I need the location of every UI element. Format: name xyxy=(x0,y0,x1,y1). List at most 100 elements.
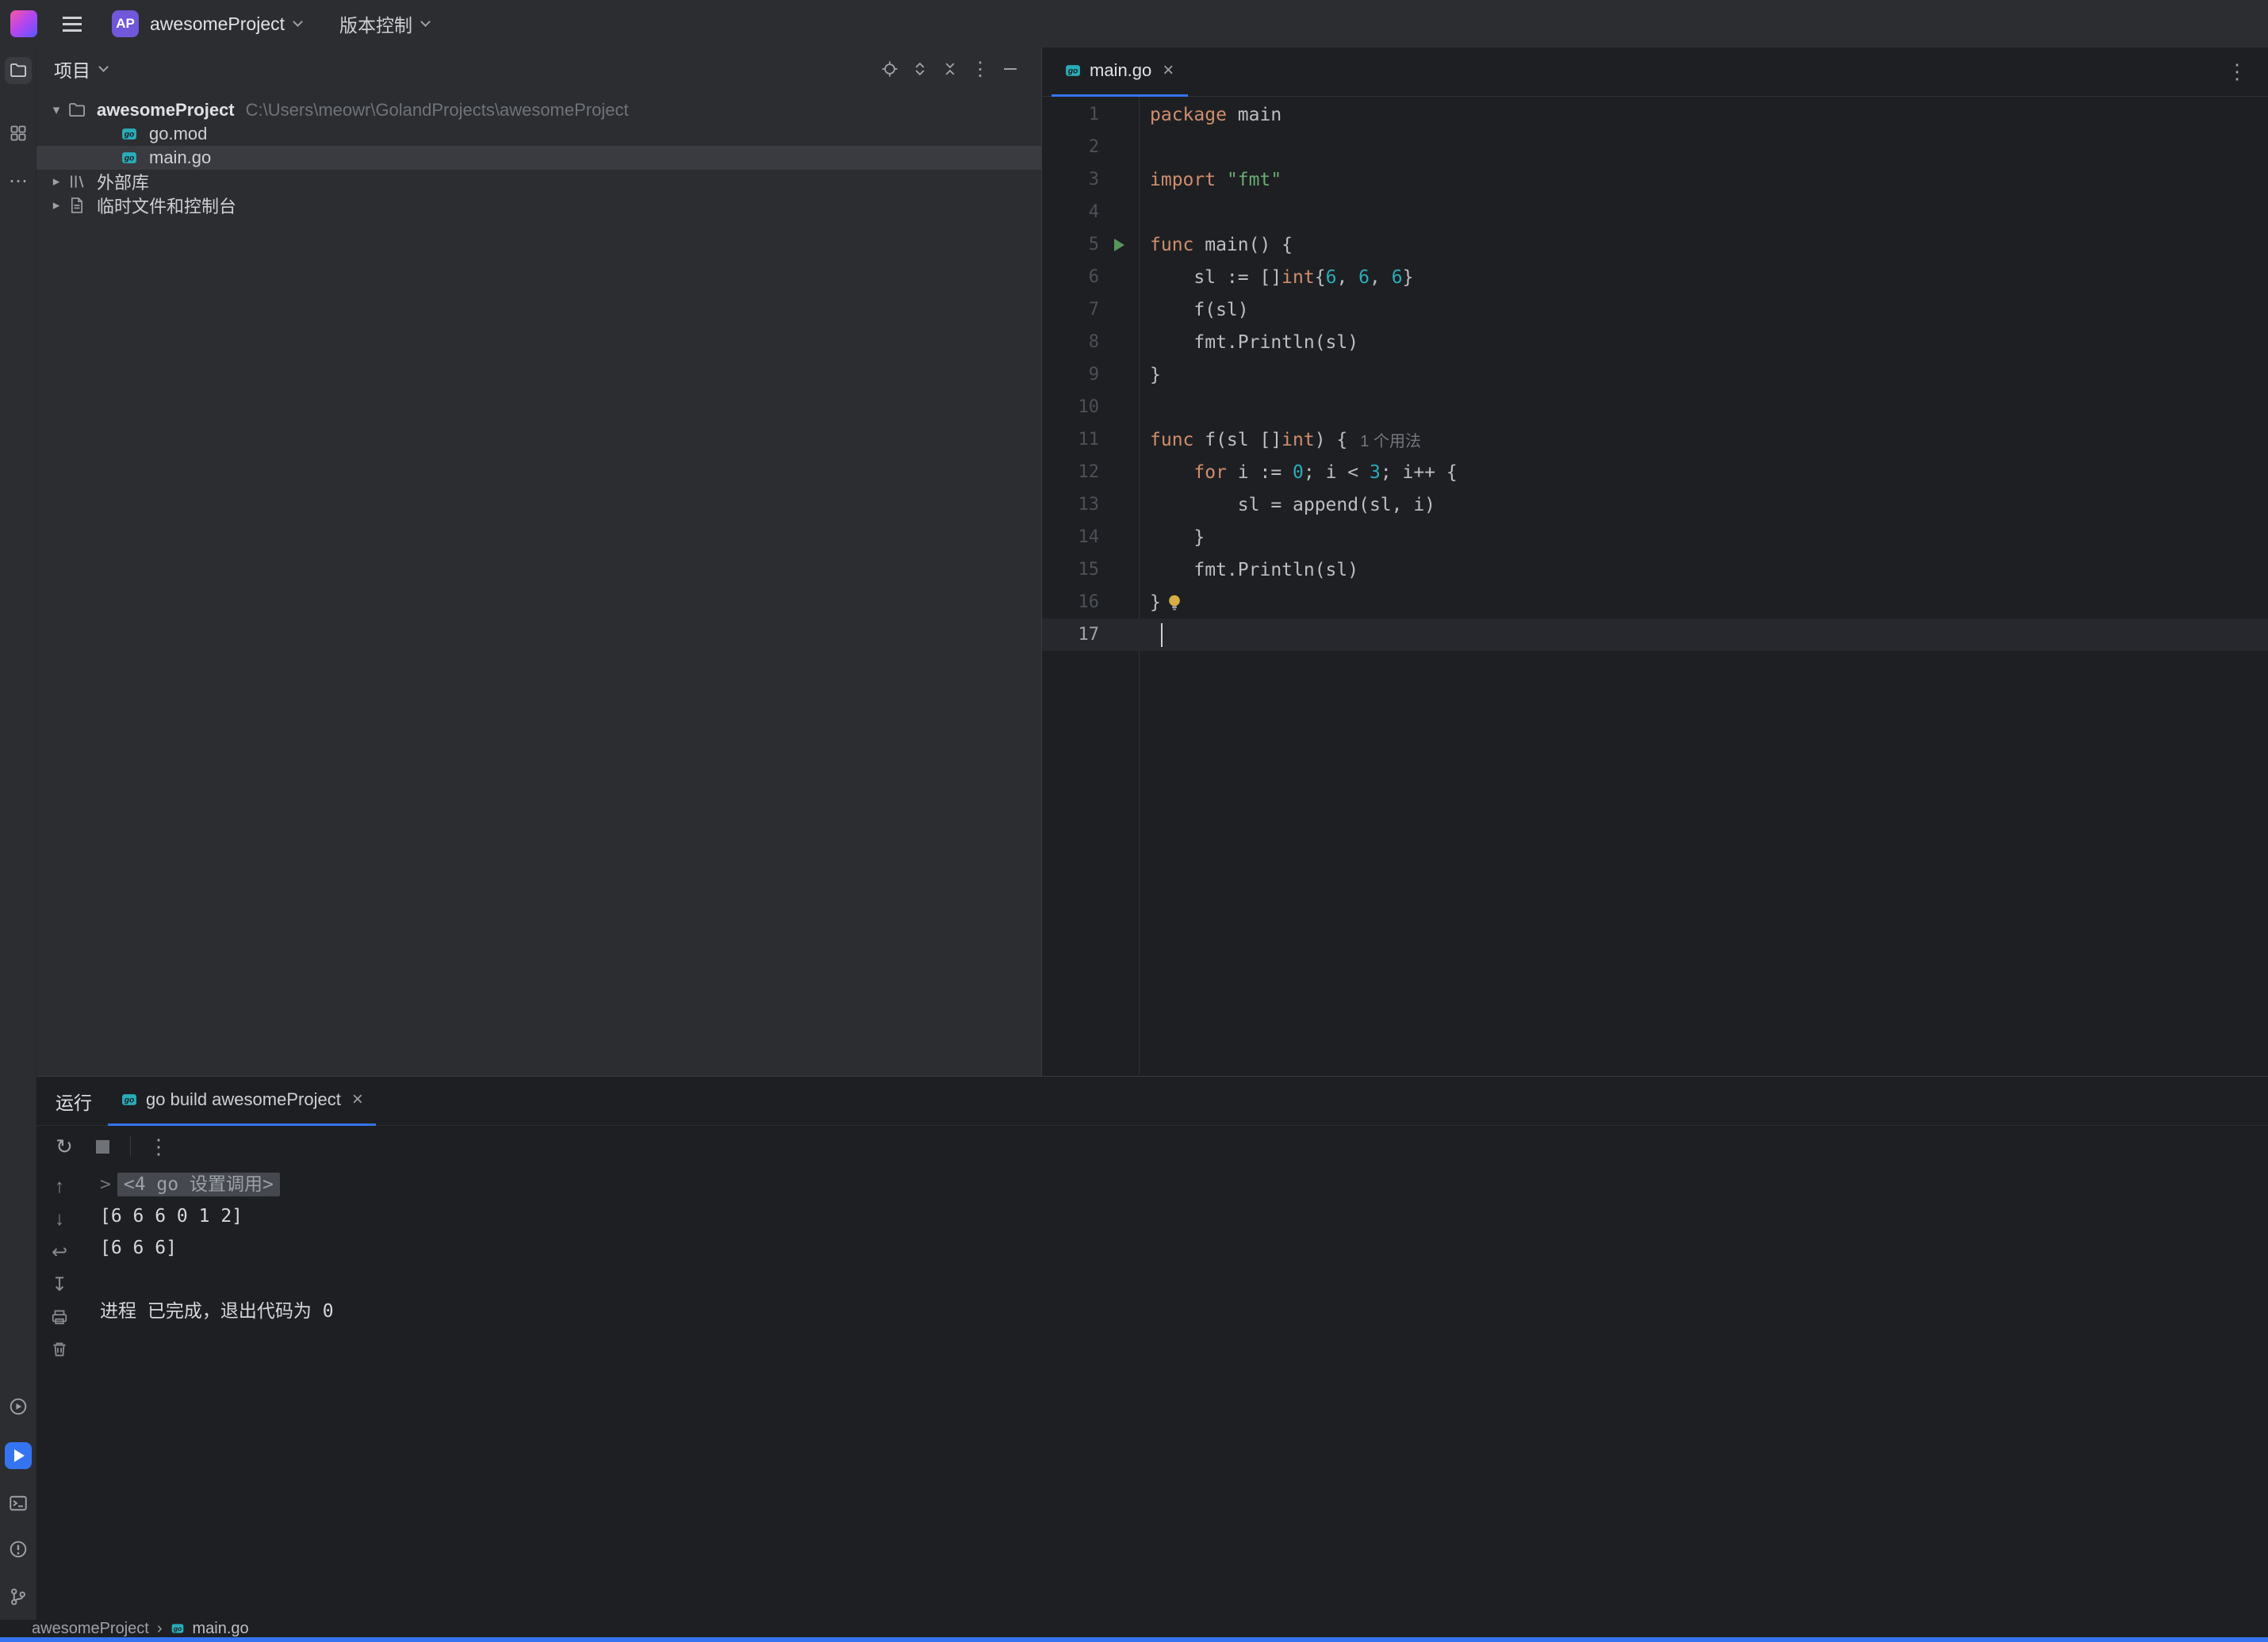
gutter-slot xyxy=(1099,163,1139,196)
tab-go-build[interactable]: go go build awesomeProject × xyxy=(108,1077,376,1126)
tree-chevron-icon[interactable]: ▸ xyxy=(44,174,68,189)
code-line-13[interactable]: 13 sl = append(sl, i) xyxy=(1042,488,2268,521)
project-panel-title[interactable]: 项目 xyxy=(54,55,90,82)
git-branch-icon[interactable] xyxy=(5,1583,32,1610)
go-icon: go xyxy=(121,149,143,166)
code-line-4[interactable]: 4 xyxy=(1042,196,2268,228)
more-options-icon[interactable]: ⋮ xyxy=(967,55,994,82)
run-tab-label: go build awesomeProject xyxy=(146,1089,341,1110)
code-text: for i := 0; i < 3; i++ { xyxy=(1139,462,1458,483)
project-folder-icon[interactable] xyxy=(5,57,32,84)
tree-item-main.go[interactable]: gomain.go xyxy=(36,146,1041,170)
up-arrow-icon[interactable]: ↑ xyxy=(46,1173,73,1200)
tree-item-label: awesomeProject xyxy=(97,100,235,121)
tree-item-临时文件和控制台[interactable]: ▸ 临时文件和控制台 xyxy=(36,193,1041,217)
gutter-slot xyxy=(1099,98,1139,131)
gutter-slot xyxy=(1099,423,1139,456)
console-line: [6 6 6 0 1 2] xyxy=(100,1200,2268,1232)
print-icon[interactable] xyxy=(46,1303,73,1330)
scroll-to-end-icon[interactable]: ↧ xyxy=(46,1271,73,1298)
project-name[interactable]: awesomeProject xyxy=(150,13,285,35)
run-line-icon[interactable] xyxy=(1114,239,1124,251)
code-line-5[interactable]: 5func main() { xyxy=(1042,228,2268,261)
code-line-2[interactable]: 2 xyxy=(1042,131,2268,163)
console-area: ↑ ↓ ↩ ↧ ><4 go 设置调用>[6 6 6 0 1 2][6 6 6]… xyxy=(36,1167,2268,1621)
code-line-12[interactable]: 12 for i := 0; i < 3; i++ { xyxy=(1042,456,2268,488)
svg-text:go: go xyxy=(124,1097,135,1105)
chevron-down-icon[interactable] xyxy=(293,17,303,27)
run-tool-label[interactable]: 运行 xyxy=(56,1088,92,1115)
locate-file-icon[interactable] xyxy=(876,55,903,82)
run-tool-window-icon[interactable] xyxy=(5,1442,32,1469)
code-line-3[interactable]: 3import "fmt" xyxy=(1042,163,2268,196)
tab-main-go[interactable]: go main.go × xyxy=(1052,48,1188,97)
tree-item-awesomeProject[interactable]: ▾awesomeProjectC:\Users\meowr\GolandProj… xyxy=(36,98,1041,122)
code-text: } xyxy=(1139,527,1205,548)
collapsed-command[interactable]: <4 go 设置调用> xyxy=(117,1173,280,1196)
collapse-all-icon[interactable] xyxy=(937,55,964,82)
gutter-slot xyxy=(1099,456,1139,488)
svg-text:go: go xyxy=(124,131,135,140)
stop-icon[interactable] xyxy=(89,1133,116,1160)
soft-wrap-icon[interactable]: ↩ xyxy=(46,1238,73,1265)
hamburger-menu-icon[interactable] xyxy=(63,23,82,25)
chevron-down-icon[interactable] xyxy=(98,62,109,72)
gutter-slot xyxy=(1099,196,1139,228)
tree-item-go.mod[interactable]: go go.mod xyxy=(36,122,1041,146)
code-line-9[interactable]: 9} xyxy=(1042,358,2268,391)
gutter-slot xyxy=(1099,553,1139,586)
code-line-14[interactable]: 14 } xyxy=(1042,521,2268,553)
exclamation-circle-icon[interactable] xyxy=(5,1536,32,1563)
run-line-gutter[interactable] xyxy=(1099,228,1139,261)
close-icon[interactable]: × xyxy=(352,1089,363,1111)
run-tool-window: 运行 go go build awesomeProject × ↻ ⋮ ↑ ↓ … xyxy=(36,1076,2268,1620)
breadcrumb-file[interactable]: main.go xyxy=(193,1620,249,1638)
console-lines[interactable]: ><4 go 设置调用>[6 6 6 0 1 2][6 6 6] 进程 已完成，… xyxy=(82,1167,2268,1621)
project-panel-header: 项目 ⋮ xyxy=(36,48,1041,90)
expand-all-icon[interactable] xyxy=(906,55,933,82)
code-line-1[interactable]: 1package main xyxy=(1042,98,2268,131)
code-line-10[interactable]: 10 xyxy=(1042,391,2268,423)
code-line-11[interactable]: 11func f(sl []int) {1 个用法 xyxy=(1042,423,2268,456)
line-number: 14 xyxy=(1042,527,1099,547)
code-line-7[interactable]: 7 f(sl) xyxy=(1042,293,2268,326)
code-line-16[interactable]: 16} xyxy=(1042,586,2268,618)
tree-item-外部库[interactable]: ▸外部库 xyxy=(36,170,1041,193)
trash-icon[interactable] xyxy=(46,1336,73,1363)
editor-options-icon[interactable]: ⋮ xyxy=(2227,59,2247,84)
tool-window-stripe: ⋯ xyxy=(0,48,36,1620)
play-circle-icon[interactable] xyxy=(5,1393,32,1420)
usages-inlay-hint[interactable]: 1 个用法 xyxy=(1360,428,1421,451)
line-number: 2 xyxy=(1042,137,1099,157)
code-line-8[interactable]: 8 fmt.Println(sl) xyxy=(1042,326,2268,358)
down-arrow-icon[interactable]: ↓ xyxy=(46,1206,73,1233)
line-number: 13 xyxy=(1042,495,1099,515)
hide-panel-icon[interactable] xyxy=(997,55,1024,82)
breadcrumb-project[interactable]: awesomeProject xyxy=(32,1620,149,1638)
breadcrumb-separator-icon: › xyxy=(157,1620,163,1638)
grid-icon[interactable] xyxy=(5,120,32,147)
project-badge[interactable]: AP xyxy=(112,10,139,37)
tree-chevron-icon[interactable]: ▾ xyxy=(44,102,68,118)
editor-code[interactable]: 1package main 2 3import "fmt"45func main()… xyxy=(1042,97,2268,1074)
code-line-6[interactable]: 6 sl := []int{6, 6, 6} xyxy=(1042,261,2268,293)
code-line-17[interactable]: 17 xyxy=(1042,618,2268,651)
gutter-slot xyxy=(1099,261,1139,293)
editor-area: go main.go × ⋮ 1package main 2 3import "fm… xyxy=(1041,48,2268,1076)
run-toolbar: ↻ ⋮ xyxy=(36,1126,2268,1167)
tree-item-label: go.mod xyxy=(149,124,207,144)
tree-item-label: 临时文件和控制台 xyxy=(97,193,236,218)
gutter-slot xyxy=(1099,293,1139,326)
rerun-icon[interactable]: ↻ xyxy=(51,1133,78,1160)
close-icon[interactable]: × xyxy=(1163,59,1174,82)
code-line-15[interactable]: 15 fmt.Println(sl) xyxy=(1042,553,2268,586)
terminal-icon[interactable] xyxy=(5,1490,32,1517)
chevron-down-icon[interactable] xyxy=(420,17,431,27)
tree-chevron-icon[interactable]: ▸ xyxy=(44,197,68,213)
vcs-menu[interactable]: 版本控制 xyxy=(339,10,412,37)
goland-logo-icon xyxy=(10,10,37,37)
ellipsis-icon[interactable]: ⋯ xyxy=(5,167,32,194)
console-line xyxy=(100,1264,2268,1296)
lightbulb-icon[interactable] xyxy=(1164,592,1185,613)
more-options-icon[interactable]: ⋮ xyxy=(145,1133,172,1160)
